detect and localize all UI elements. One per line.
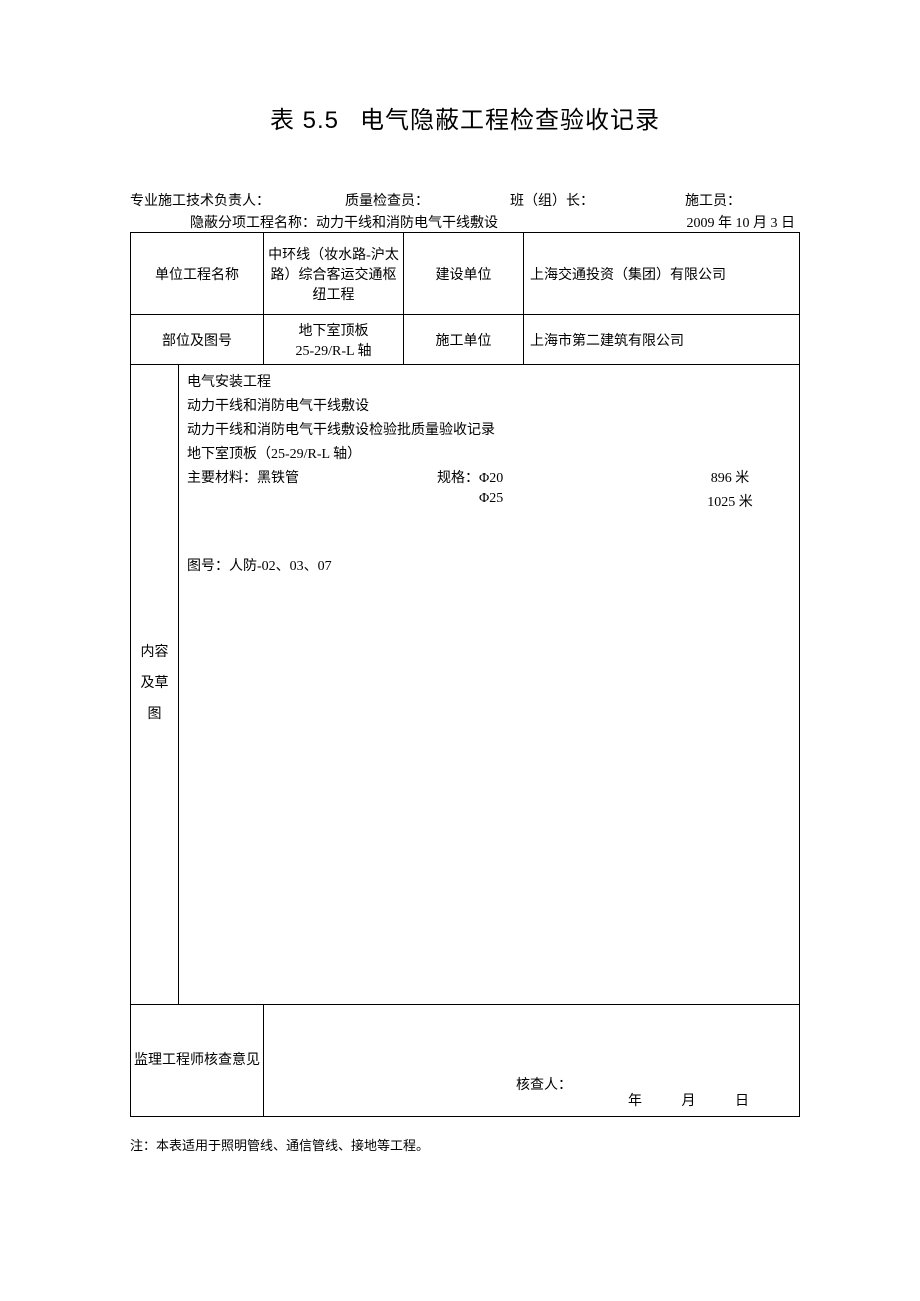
spec-label: 规格： (437, 471, 479, 486)
content-line-3: 动力干线和消防电气干线敷设检验批质量验收记录 (187, 419, 793, 439)
build-unit-label: 建设单位 (404, 233, 524, 315)
part-value: 地下室顶板 25-29/R-L 轴 (264, 315, 404, 365)
qty-2: 1025 米 (667, 491, 793, 511)
construct-unit-value: 上海市第二建筑有限公司 (524, 315, 800, 365)
main-table: 单位工程名称 中环线（妆水路-沪太路）综合客运交通枢纽工程 建设单位 上海交通投… (130, 232, 800, 1117)
content-line-4: 地下室顶板（25-29/R-L 轴） (187, 443, 793, 463)
title-number: 表 5.5 (270, 107, 339, 134)
table-row: 部位及图号 地下室顶板 25-29/R-L 轴 施工单位 上海市第二建筑有限公司 (131, 315, 800, 365)
footnote: 注：本表适用于照明管线、通信管线、接地等工程。 (130, 1135, 800, 1154)
content-line-2: 动力干线和消防电气干线敷设 (187, 395, 793, 415)
tech-lead-label: 专业施工技术负责人： (130, 190, 345, 210)
reviewer-label: 核查人： (516, 1074, 572, 1094)
unit-project-label: 单位工程名称 (131, 233, 264, 315)
worker-label: 施工员： (685, 190, 741, 210)
table-row: 内容 及草 图 电气安装工程 动力干线和消防电气干线敷设 动力干线和消防电气干线… (131, 365, 800, 1005)
team-lead-label: 班（组）长： (510, 190, 685, 210)
unit-project-value: 中环线（妆水路-沪太路）综合客运交通枢纽工程 (264, 233, 404, 315)
opinion-content-cell: 核查人： 年 月 日 (264, 1005, 800, 1117)
build-unit-value: 上海交通投资（集团）有限公司 (524, 233, 800, 315)
spec-2: Φ25 (479, 491, 503, 506)
content-line-1: 电气安装工程 (187, 371, 793, 391)
content-cell: 电气安装工程 动力干线和消防电气干线敷设 动力干线和消防电气干线敷设检验批质量验… (179, 365, 800, 1005)
table-row: 监理工程师核查意见 核查人： 年 月 日 (131, 1005, 800, 1117)
sub-name-value: 动力干线和消防电气干线敷设 (316, 216, 498, 231)
opinion-label: 监理工程师核查意见 (133, 1009, 261, 1069)
title-text: 电气隐蔽工程检查验收记录 (360, 108, 660, 134)
opinion-label-cell: 监理工程师核查意见 (131, 1005, 264, 1117)
spec-1: Φ20 (479, 471, 503, 486)
date-line: 年 月 日 (592, 1090, 749, 1110)
header-row-2: 隐蔽分项工程名称：动力干线和消防电气干线敷设 2009 年 10 月 3 日 (130, 212, 800, 232)
header-row-1: 专业施工技术负责人： 质量检查员： 班（组）长： 施工员： (130, 190, 800, 210)
content-side-label: 内容 及草 图 (131, 365, 179, 1005)
qc-label: 质量检查员： (345, 190, 510, 210)
material-label: 主要材料：黑铁管 (187, 467, 437, 487)
construct-unit-label: 施工单位 (404, 315, 524, 365)
drawing-number: 图号：人防-02、03、07 (187, 555, 793, 575)
part-label: 部位及图号 (131, 315, 264, 365)
table-row: 单位工程名称 中环线（妆水路-沪太路）综合客运交通枢纽工程 建设单位 上海交通投… (131, 233, 800, 315)
material-row-1: 主要材料：黑铁管 规格：Φ20 896 米 (187, 467, 793, 487)
page-title: 表 5.5 电气隐蔽工程检查验收记录 (130, 100, 800, 135)
sub-name-label: 隐蔽分项工程名称： (190, 216, 316, 231)
header-date: 2009 年 10 月 3 日 (560, 212, 800, 232)
qty-1: 896 米 (667, 467, 793, 487)
material-row-2: Φ25 1025 米 (187, 491, 793, 511)
